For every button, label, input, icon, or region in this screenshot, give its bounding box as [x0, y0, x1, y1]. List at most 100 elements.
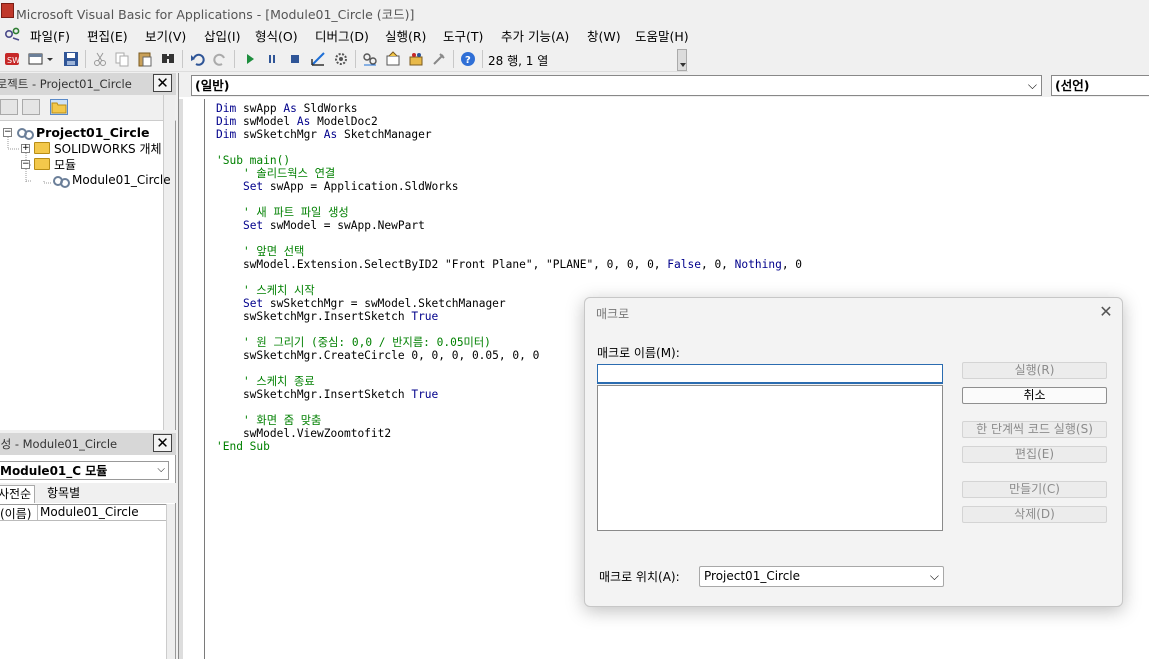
- menu-view[interactable]: 보기(V): [145, 26, 186, 45]
- tree-node-module01-circle[interactable]: Module01_Circle: [52, 172, 171, 188]
- chevron-down-icon: ⌵: [157, 464, 165, 475]
- code-text: swModel = swApp.NewPart: [263, 219, 425, 232]
- menu-edit[interactable]: 편집(E): [87, 26, 128, 45]
- project-explorer-pane: 프로젝트 - Project01_Circle ✕ − Project01_Ci…: [0, 73, 176, 430]
- vba-menu-icon[interactable]: [4, 26, 22, 42]
- menu-tools[interactable]: 도구(T): [443, 26, 483, 45]
- code-line[interactable]: [216, 141, 802, 154]
- undo-icon[interactable]: [190, 51, 206, 67]
- chevron-down-icon: ⌵: [929, 569, 939, 583]
- close-icon[interactable]: ✕: [153, 74, 172, 92]
- delete-button[interactable]: 삭제(D): [962, 506, 1107, 523]
- collapse-icon[interactable]: −: [3, 127, 12, 137]
- properties-tabs: 사전순 항목별: [0, 483, 176, 503]
- menu-bar: 파일(F) 편집(E) 보기(V) 삽입(I) 형식(O) 디버그(D) 실행(…: [0, 23, 1149, 45]
- run-button[interactable]: 실행(R): [962, 362, 1107, 379]
- property-value[interactable]: Module01_Circle: [40, 505, 139, 519]
- expand-icon[interactable]: +: [21, 143, 30, 153]
- object-select[interactable]: Module01_C 모듈 ⌵: [0, 461, 169, 480]
- macro-location-select[interactable]: Project01_Circle ⌵: [699, 566, 944, 587]
- object-browser-icon[interactable]: [408, 51, 424, 67]
- code-keyword: As: [323, 128, 338, 141]
- view-object-icon[interactable]: [22, 99, 40, 115]
- cut-icon[interactable]: [92, 51, 108, 67]
- code-line[interactable]: Set swModel = swApp.NewPart: [216, 219, 802, 232]
- code-margin-indicator-bar[interactable]: [183, 99, 205, 659]
- macro-security-icon[interactable]: [333, 51, 349, 67]
- view-code-icon[interactable]: [0, 99, 18, 115]
- code-line[interactable]: ' 새 파트 파일 생성: [216, 206, 802, 219]
- toggle-folders-icon[interactable]: [50, 99, 68, 115]
- tab-alphabetic[interactable]: 사전순: [0, 485, 36, 503]
- menu-window[interactable]: 창(W): [587, 26, 621, 45]
- code-line[interactable]: 'Sub main(): [216, 154, 802, 167]
- object-combo[interactable]: (일반) ⌵: [191, 75, 1042, 96]
- code-line[interactable]: ' 솔리드웍스 연결: [216, 167, 802, 180]
- dropdown-arrow-icon[interactable]: [46, 51, 54, 67]
- code-line[interactable]: Set swApp = Application.SldWorks: [216, 180, 802, 193]
- tab-categorized[interactable]: 항목별: [44, 485, 83, 503]
- cancel-button[interactable]: 취소: [962, 387, 1107, 404]
- menu-insert[interactable]: 삽입(I): [204, 26, 240, 45]
- code-line[interactable]: ' 스케치 시작: [216, 284, 802, 297]
- collapse-icon[interactable]: −: [21, 159, 30, 169]
- code-line[interactable]: swModel.Extension.SelectByID2 "Front Pla…: [216, 258, 802, 271]
- procedure-combo[interactable]: (선언): [1051, 75, 1149, 96]
- menu-format[interactable]: 형식(O): [255, 26, 298, 45]
- code-keyword: Dim: [216, 115, 237, 128]
- tree-node-modules[interactable]: − 모듈: [21, 156, 76, 172]
- edit-button[interactable]: 편집(E): [962, 446, 1107, 463]
- code-keyword: Nothing: [734, 258, 782, 271]
- tree-node-project[interactable]: − Project01_Circle: [3, 124, 150, 140]
- code-line[interactable]: ' 앞면 선택: [216, 245, 802, 258]
- code-text: swModel.ViewZoomtofit2: [216, 427, 392, 440]
- menu-help[interactable]: 도움말(H): [635, 26, 689, 45]
- menu-addins[interactable]: 추가 기능(A): [501, 26, 569, 45]
- project-explorer-icon[interactable]: [362, 51, 378, 67]
- code-text: swModel.Extension.SelectByID2 "Front Pla…: [216, 258, 668, 271]
- code-text: swSketchMgr.CreateCircle 0, 0, 0, 0.05, …: [216, 349, 540, 362]
- macro-list[interactable]: [597, 385, 943, 531]
- menu-debug[interactable]: 디버그(D): [315, 26, 369, 45]
- project-explorer-title: 프로젝트 - Project01_Circle: [0, 77, 132, 91]
- tree-node-label: SOLIDWORKS 개체: [54, 141, 162, 156]
- property-row[interactable]: (이름) Module01_Circle: [0, 505, 167, 521]
- properties-grid: (이름) Module01_Circle: [0, 504, 167, 659]
- close-icon[interactable]: ✕: [1098, 304, 1114, 320]
- project-explorer-scrollbar[interactable]: [163, 95, 175, 430]
- code-line[interactable]: [216, 193, 802, 206]
- reset-icon[interactable]: [287, 51, 303, 67]
- step-into-button[interactable]: 한 단계씩 코드 실행(S): [962, 421, 1107, 438]
- code-line[interactable]: [216, 271, 802, 284]
- code-line[interactable]: Dim swSketchMgr As SketchManager: [216, 128, 802, 141]
- find-icon[interactable]: [160, 51, 176, 67]
- open-folder-icon: [34, 158, 50, 170]
- create-button[interactable]: 만들기(C): [962, 481, 1107, 498]
- help-icon[interactable]: ?: [460, 51, 476, 67]
- tree-node-solidworks-objects[interactable]: + SOLIDWORKS 개체: [21, 140, 162, 156]
- code-text: SldWorks: [296, 102, 358, 115]
- toolbox-icon[interactable]: [431, 51, 447, 67]
- design-mode-icon[interactable]: [310, 51, 326, 67]
- menu-run[interactable]: 실행(R): [385, 26, 426, 45]
- close-icon[interactable]: ✕: [153, 434, 172, 452]
- run-icon[interactable]: [242, 51, 258, 67]
- code-window-header: (일반) ⌵ (선언): [179, 73, 1149, 97]
- code-line[interactable]: [216, 232, 802, 245]
- insert-module-icon[interactable]: [28, 51, 44, 67]
- solidworks-view-icon[interactable]: SW: [4, 51, 20, 67]
- properties-scrollbar[interactable]: [166, 504, 175, 659]
- toolbar-overflow-button[interactable]: [677, 49, 687, 71]
- object-select-value: Module01_C 모듈: [0, 464, 108, 478]
- break-icon[interactable]: [264, 51, 280, 67]
- code-line[interactable]: Dim swModel As ModelDoc2: [216, 115, 802, 128]
- menu-file[interactable]: 파일(F): [30, 26, 70, 45]
- properties-window-icon[interactable]: [385, 51, 401, 67]
- copy-icon[interactable]: [114, 51, 130, 67]
- macro-name-input[interactable]: [597, 364, 943, 384]
- code-line[interactable]: Dim swApp As SldWorks: [216, 102, 802, 115]
- paste-icon[interactable]: [137, 51, 153, 67]
- redo-icon[interactable]: [212, 51, 228, 67]
- save-icon[interactable]: [63, 51, 79, 67]
